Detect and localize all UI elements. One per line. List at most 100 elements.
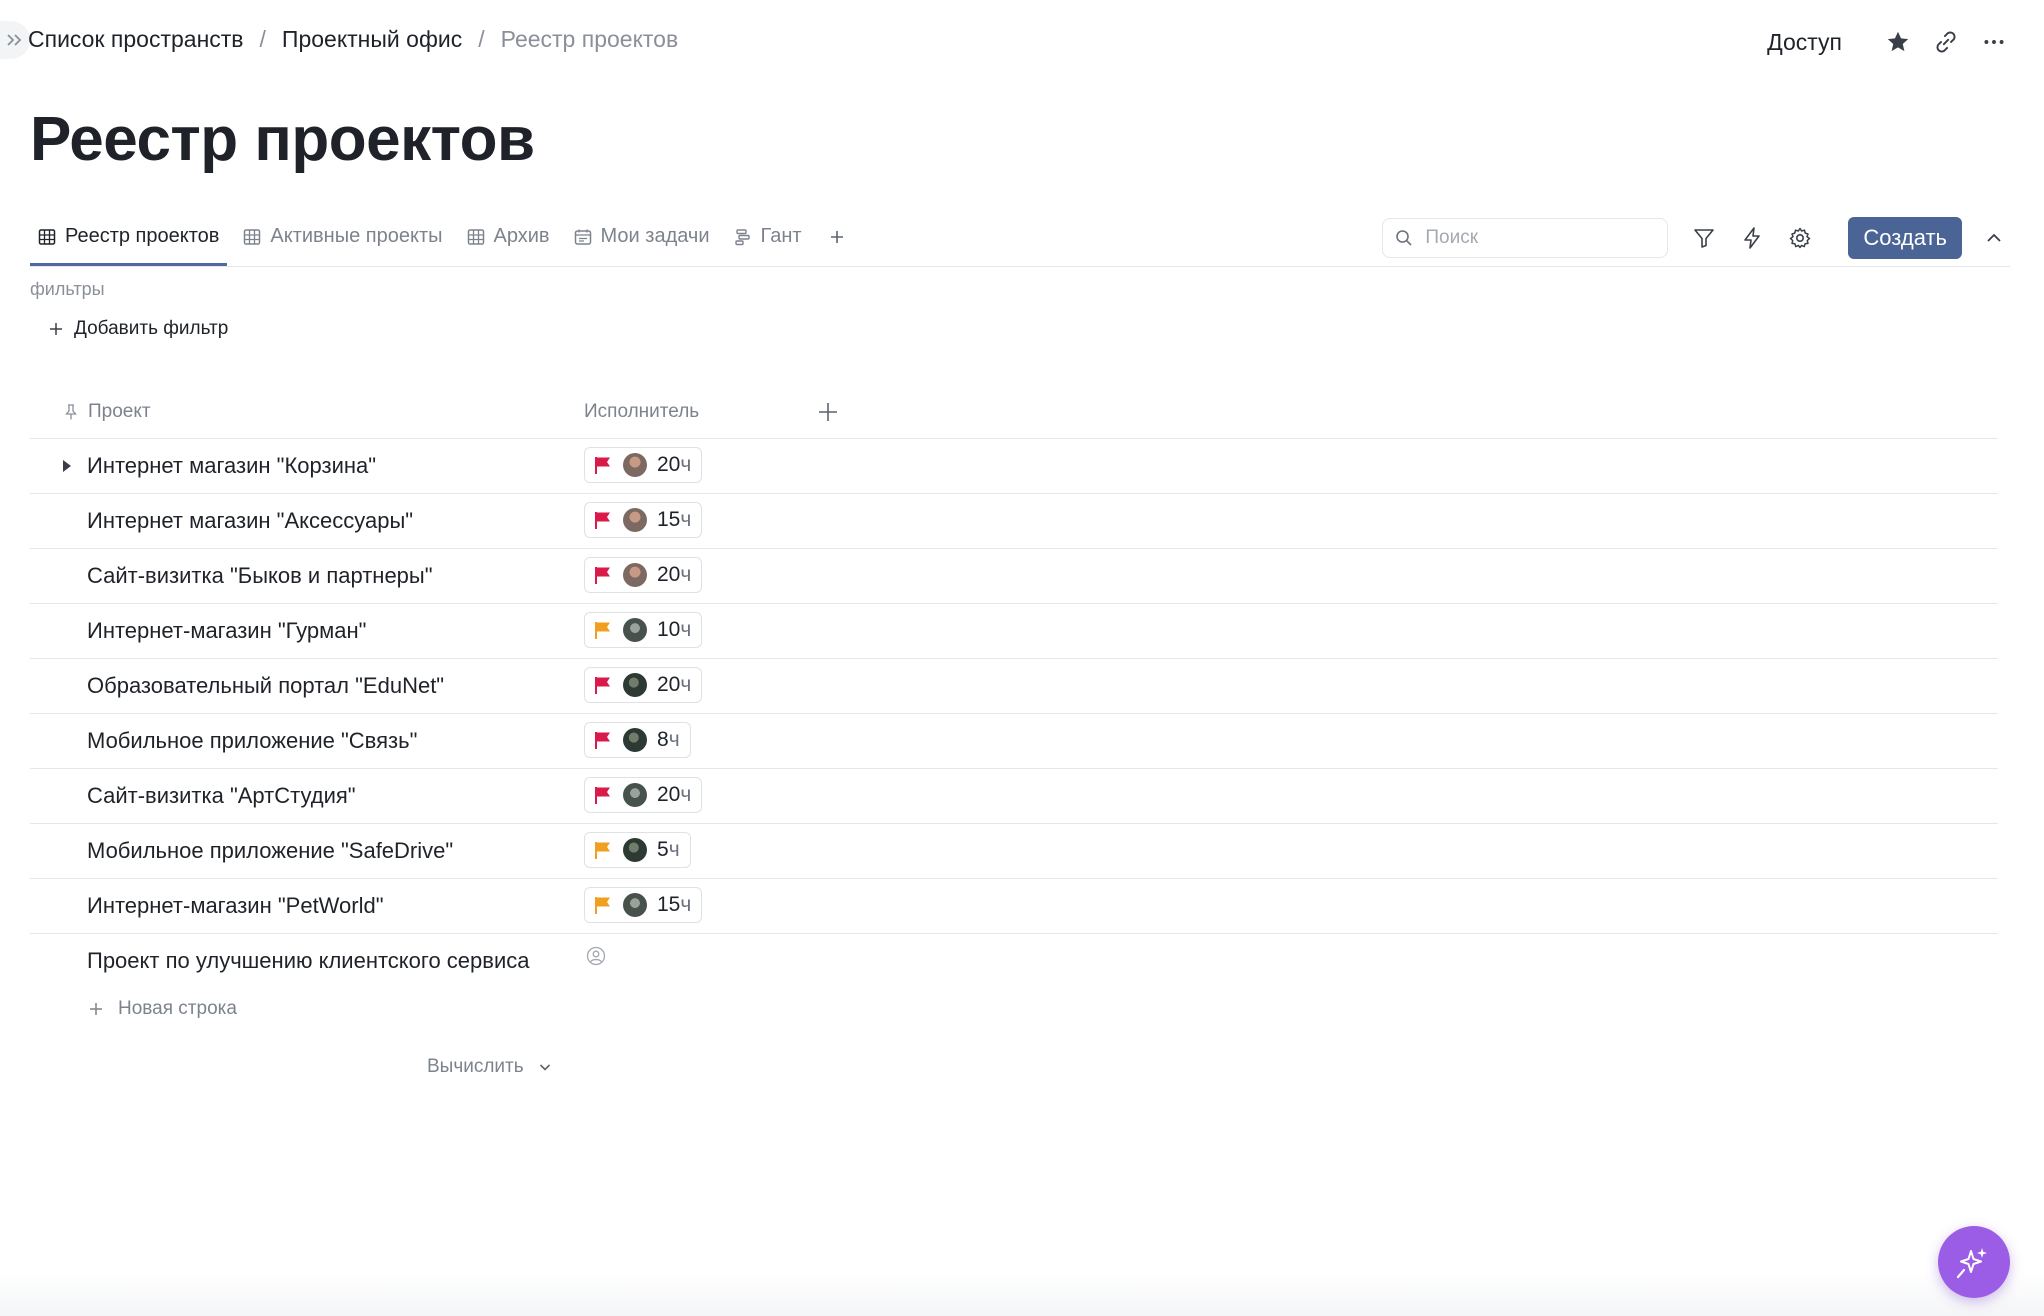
gantt-icon xyxy=(734,228,752,246)
sidebar-expand-button[interactable] xyxy=(0,21,30,59)
breadcrumb-item-spaces[interactable]: Список пространств xyxy=(28,26,244,53)
assignee-chip[interactable]: 20ч xyxy=(584,447,703,483)
table-row[interactable]: Сайт-визитка "АртСтудия" 20ч xyxy=(30,769,1998,824)
breadcrumb-item-project-office[interactable]: Проектный офис xyxy=(282,26,462,53)
assignee-chip[interactable]: 10ч xyxy=(584,612,703,648)
filters-label: фильтры xyxy=(30,279,105,299)
breadcrumb-item-current: Реестр проектов xyxy=(500,26,679,52)
collapse-header-button[interactable] xyxy=(1978,216,2010,260)
column-header-label: Проект xyxy=(88,401,151,422)
search-icon xyxy=(1396,230,1412,246)
flag-icon xyxy=(595,732,610,749)
calendar-icon xyxy=(574,228,592,246)
chevron-up-icon xyxy=(1987,233,2001,242)
hours-value: 20ч xyxy=(657,453,692,476)
avatar xyxy=(623,838,647,862)
avatar xyxy=(623,893,647,917)
link-icon xyxy=(1936,31,1956,53)
hours-value: 8ч xyxy=(657,728,680,751)
tab-archive[interactable]: Архив xyxy=(459,210,558,263)
project-name[interactable]: Мобильное приложение "SafeDrive" xyxy=(87,824,453,878)
more-options-button[interactable] xyxy=(1974,22,2014,62)
tab-active-projects[interactable]: Активные проекты xyxy=(235,210,450,263)
tab-gantt[interactable]: Гант xyxy=(726,210,810,263)
column-header-project[interactable]: Проект xyxy=(64,386,151,438)
project-name[interactable]: Проект по улучшению клиентского сервиса xyxy=(87,934,529,988)
table-row[interactable]: Образовательный портал "EduNet" 20ч xyxy=(30,659,1998,714)
table-row[interactable]: Мобильное приложение "SafeDrive" 5ч xyxy=(30,824,1998,879)
table-header: Проект Исполнитель xyxy=(30,386,1998,439)
table-row[interactable]: Проект по улучшению клиентского сервиса xyxy=(30,934,1998,988)
table-row[interactable]: Интернет магазин "Корзина" 20ч xyxy=(30,439,1998,494)
user-placeholder-icon[interactable] xyxy=(586,946,606,966)
table-row[interactable]: Сайт-визитка "Быков и партнеры" 20ч xyxy=(30,549,1998,604)
project-name[interactable]: Сайт-визитка "Быков и партнеры" xyxy=(87,549,433,603)
assignee-chip[interactable]: 15ч xyxy=(584,502,703,538)
avatar xyxy=(623,618,647,642)
filter-button[interactable] xyxy=(1682,216,1726,260)
table-icon xyxy=(243,228,261,246)
calculate-button[interactable]: Вычислить xyxy=(427,1056,552,1078)
assignee-chip[interactable]: 5ч xyxy=(584,832,691,868)
view-toolbar: Создать xyxy=(1382,210,2010,266)
header-actions: Доступ xyxy=(1767,22,2014,62)
search-box xyxy=(1382,218,1669,258)
breadcrumb-separator: / xyxy=(478,26,485,52)
table-row[interactable]: Интернет магазин "Аксессуары" 15ч xyxy=(30,494,1998,549)
automation-button[interactable] xyxy=(1730,216,1774,260)
sparkles-icon xyxy=(1956,1248,1987,1279)
plus-icon xyxy=(830,230,843,243)
flag-icon xyxy=(595,787,610,804)
add-view-button[interactable] xyxy=(818,210,856,263)
tab-my-tasks[interactable]: Мои задачи xyxy=(566,210,718,263)
assignee-chip[interactable]: 8ч xyxy=(584,722,691,758)
lightning-icon xyxy=(1744,227,1761,249)
table-row[interactable]: Интернет-магазин "PetWorld" 15ч xyxy=(30,879,1998,934)
project-name[interactable]: Интернет магазин "Корзина" xyxy=(87,439,376,493)
project-name[interactable]: Сайт-визитка "АртСтудия" xyxy=(87,769,356,823)
table-row[interactable]: Мобильное приложение "Связь" 8ч xyxy=(30,714,1998,769)
table-row[interactable]: Интернет-магазин "Гурман" 10ч xyxy=(30,604,1998,659)
assignee-chip[interactable]: 20ч xyxy=(584,667,703,703)
column-header-assignee[interactable]: Исполнитель xyxy=(584,386,699,438)
view-tabs: Реестр проектов Активные проекты Архив М… xyxy=(30,210,856,266)
assignee-chip[interactable]: 15ч xyxy=(584,887,703,923)
assignee-chip[interactable]: 20ч xyxy=(584,777,703,813)
copy-link-button[interactable] xyxy=(1926,22,1966,62)
add-filter-label: Добавить фильтр xyxy=(74,318,229,339)
hours-value: 15ч xyxy=(657,893,692,916)
expand-row-button[interactable] xyxy=(60,458,74,474)
chevron-down-icon xyxy=(538,1060,552,1074)
breadcrumb: Список пространств / Проектный офис / Ре… xyxy=(28,26,678,53)
add-filter-button[interactable]: Добавить фильтр xyxy=(48,318,228,340)
settings-button[interactable] xyxy=(1778,216,1822,260)
search-input[interactable] xyxy=(1423,226,1648,250)
access-button[interactable]: Доступ xyxy=(1767,29,1842,56)
project-name[interactable]: Интернет-магазин "Гурман" xyxy=(87,604,366,658)
project-name[interactable]: Мобильное приложение "Связь" xyxy=(87,714,417,768)
assignee-chip[interactable]: 20ч xyxy=(584,557,703,593)
favorite-button[interactable] xyxy=(1878,22,1918,62)
calculate-label: Вычислить xyxy=(427,1056,524,1077)
ai-assistant-button[interactable] xyxy=(1938,1226,2010,1298)
avatar xyxy=(623,563,647,587)
flag-icon xyxy=(595,457,610,474)
table-icon xyxy=(467,228,485,246)
view-tabs-bar: Реестр проектов Активные проекты Архив М… xyxy=(30,210,2010,267)
star-icon xyxy=(1887,31,1909,52)
project-name[interactable]: Образовательный портал "EduNet" xyxy=(87,659,444,713)
tab-label: Мои задачи xyxy=(600,225,710,247)
top-bar: Список пространств / Проектный офис / Ре… xyxy=(0,14,2044,66)
project-name[interactable]: Интернет магазин "Аксессуары" xyxy=(87,494,413,548)
new-row-button[interactable]: Новая строка xyxy=(88,998,237,1020)
avatar xyxy=(623,783,647,807)
gear-icon xyxy=(1790,227,1811,249)
create-button[interactable]: Создать xyxy=(1848,217,1962,259)
tab-project-registry[interactable]: Реестр проектов xyxy=(30,210,228,266)
project-name[interactable]: Интернет-магазин "PetWorld" xyxy=(87,879,384,933)
column-header-label: Исполнитель xyxy=(584,401,700,422)
flag-icon xyxy=(595,567,610,584)
flag-icon xyxy=(595,897,610,914)
tab-label: Активные проекты xyxy=(270,225,443,247)
add-column-button[interactable] xyxy=(812,396,844,428)
